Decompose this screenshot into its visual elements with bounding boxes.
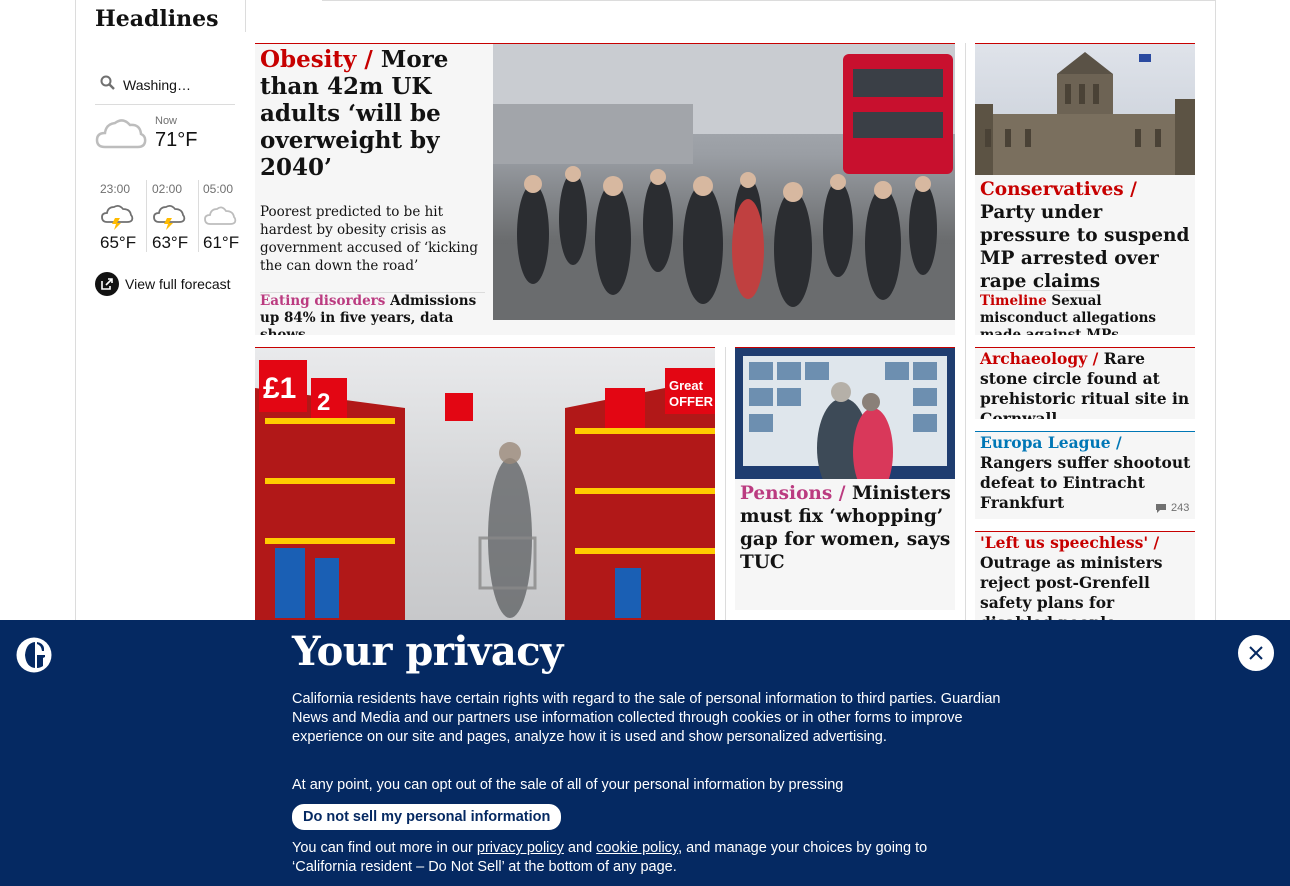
close-button[interactable]: [1238, 635, 1274, 671]
more-info-text: You can find out more in our: [292, 840, 477, 856]
conservatives-sublink[interactable]: Timeline Sexual misconduct allegations m…: [980, 293, 1192, 335]
privacy-opt-out-text: At any point, you can opt out of the sal…: [292, 777, 844, 793]
sublink-kicker: Timeline: [980, 293, 1047, 309]
headline-text: Outrage as ministers reject post-Grenfel…: [980, 553, 1163, 621]
svg-text:Great: Great: [669, 378, 704, 393]
more-info-and: and: [563, 840, 597, 856]
privacy-more-info: You can find out more in our privacy pol…: [292, 839, 972, 877]
forecast-temp: 63°F: [152, 233, 189, 252]
archaeology-headline[interactable]: Archaeology / Rare stone circle found at…: [980, 349, 1192, 419]
main-story-standfirst: Poorest predicted to be hit hardest by o…: [260, 204, 479, 274]
comment-count[interactable]: 243: [1155, 502, 1189, 514]
privacy-policy-link[interactable]: privacy policy: [477, 840, 564, 856]
supermarket-aisle-photo: £1 2 Great OFFER: [255, 360, 715, 621]
headline-text: Party under pressure to suspend MP arres…: [980, 202, 1190, 292]
privacy-title: Your privacy: [292, 628, 563, 675]
weather-now-temp: 71°F: [155, 129, 198, 151]
forecast-temp: 65°F: [100, 233, 137, 252]
storm-cloud-icon: [153, 204, 186, 230]
section-title: Headlines: [95, 6, 219, 32]
privacy-paragraph: California residents have certain rights…: [292, 691, 1001, 745]
archaeology-story-card[interactable]: Archaeology / Rare stone circle found at…: [975, 347, 1195, 419]
close-icon: [1249, 646, 1263, 660]
forecast-slot: 05:00 61°F: [198, 180, 248, 254]
main-story-photo[interactable]: [493, 44, 955, 320]
do-not-sell-button[interactable]: Do not sell my personal information: [292, 804, 562, 830]
story-kicker: Obesity /: [260, 46, 373, 73]
main-story-card[interactable]: Obesity / More than 42m UK adults ‘will …: [255, 43, 955, 335]
conservatives-headline[interactable]: Conservatives / Party under pressure to …: [980, 178, 1192, 293]
column-divider: [725, 347, 726, 620]
grenfell-story-card[interactable]: 'Left us speechless' / Outrage as minist…: [975, 531, 1195, 621]
story-kicker: 'Left us speechless' /: [980, 533, 1160, 552]
svg-text:OFFER: OFFER: [669, 394, 714, 409]
storm-cloud-icon: [101, 204, 134, 230]
forecast-time: 05:00: [203, 182, 234, 196]
supermarket-story-card[interactable]: £1 2 Great OFFER: [255, 347, 715, 621]
sublink-divider: [980, 290, 1100, 291]
forecast-slot: 02:00 63°F: [147, 180, 197, 254]
view-full-forecast-label: View full forecast: [125, 276, 231, 292]
weather-now-label: Now: [155, 115, 178, 127]
weather-location: Washing…: [123, 77, 191, 93]
pensions-story-card[interactable]: Pensions / Ministers must fix ‘whopping’…: [735, 347, 955, 610]
external-link-icon: [95, 272, 119, 296]
header-divider: [245, 0, 246, 32]
comment-count-value: 243: [1171, 502, 1190, 514]
guardian-logo-icon: [16, 637, 52, 673]
forecast-time: 23:00: [100, 182, 131, 196]
weather-location-search[interactable]: Washing…: [95, 70, 235, 105]
privacy-banner: Your privacy California residents have c…: [0, 620, 1290, 886]
story-kicker: Europa League /: [980, 433, 1122, 452]
svg-text:£1: £1: [263, 372, 296, 405]
story-kicker: Conservatives /: [980, 179, 1137, 200]
pensions-photo: [735, 348, 955, 479]
main-story-headline[interactable]: Obesity / More than 42m UK adults ‘will …: [260, 46, 485, 181]
crowd-bridge-photo: [493, 44, 955, 320]
supermarket-photo: £1 2 Great OFFER: [255, 348, 715, 621]
cookie-policy-link[interactable]: cookie policy: [596, 840, 678, 856]
story-kicker: Archaeology /: [980, 349, 1099, 368]
estate-agent-window-photo: [743, 356, 947, 479]
top-divider: [322, 0, 1215, 1]
cloud-icon: [204, 206, 237, 225]
conservatives-story-card[interactable]: Conservatives / Party under pressure to …: [975, 43, 1195, 335]
westminster-photo: [975, 44, 1195, 175]
parliament-photo: [975, 52, 1195, 175]
pensions-headline[interactable]: Pensions / Ministers must fix ‘whopping’…: [740, 482, 952, 574]
search-icon: [100, 75, 115, 90]
main-story-sublink[interactable]: Eating disorders Admissions up 84% in fi…: [260, 293, 485, 335]
comment-icon: [1156, 504, 1166, 513]
grenfell-headline[interactable]: 'Left us speechless' / Outrage as minist…: [980, 533, 1192, 621]
svg-text:2: 2: [317, 389, 330, 416]
europa-story-card[interactable]: Europa League / Rangers suffer shootout …: [975, 431, 1195, 519]
forecast-slot: 23:00 65°F: [95, 180, 145, 254]
forecast-temp: 61°F: [203, 233, 240, 252]
story-kicker: Pensions /: [740, 483, 846, 504]
cloud-icon: [95, 119, 147, 149]
column-divider: [965, 43, 966, 620]
view-full-forecast-link[interactable]: View full forecast: [95, 272, 231, 296]
sublink-kicker: Eating disorders: [260, 293, 386, 309]
forecast-time: 02:00: [152, 182, 183, 196]
europa-headline[interactable]: Europa League / Rangers suffer shootout …: [980, 433, 1192, 513]
